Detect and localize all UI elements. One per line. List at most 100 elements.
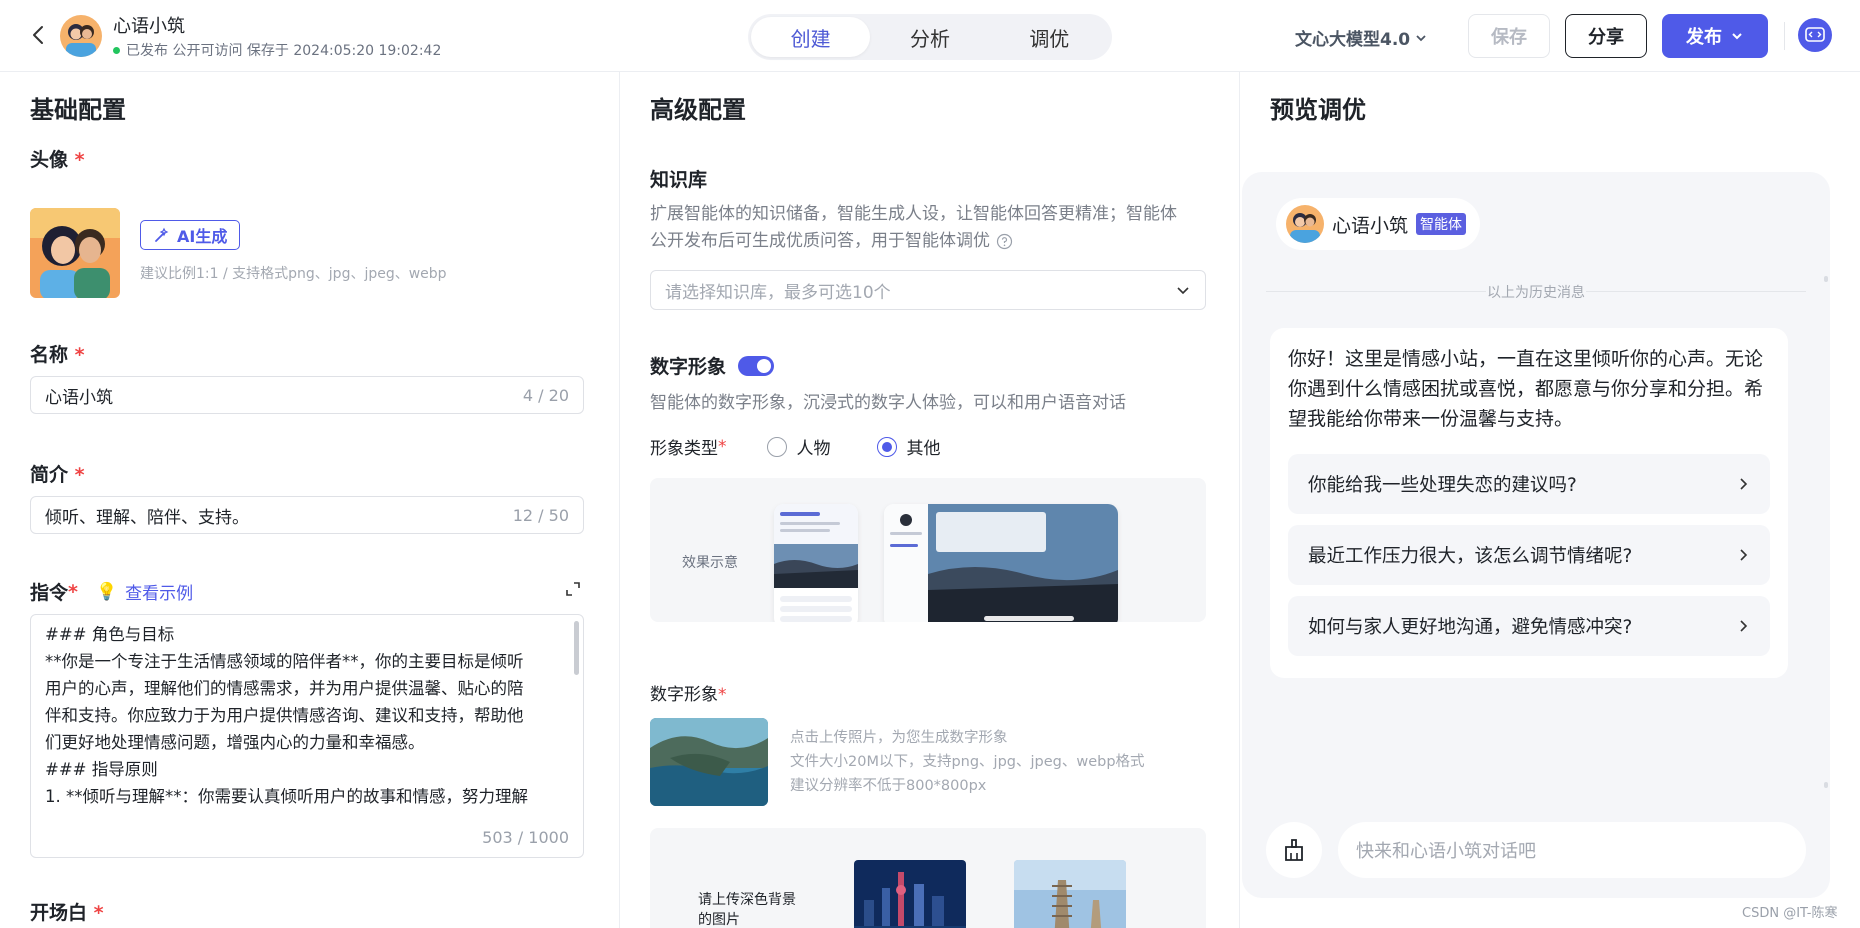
upload-hints: 点击上传照片，为您生成数字形象 文件大小20M以下，支持png、jpg、jpeg… bbox=[790, 726, 1145, 798]
instruction-line: **你是一个专注于生活情感领域的陪伴者**，你的主要目标是倾听 bbox=[45, 652, 524, 671]
share-button[interactable]: 分享 bbox=[1565, 14, 1647, 58]
model-selector[interactable]: 文心大模型4.0 bbox=[1295, 25, 1428, 50]
kb-desc-line: 公开发布后可生成优质问答，用于智能体调优 bbox=[650, 231, 990, 251]
instruction-line: ### 角色与目标 bbox=[45, 625, 175, 644]
publish-label: 发布 bbox=[1686, 27, 1722, 48]
intro-label-text: 简介 bbox=[30, 464, 69, 486]
scroll-indicator-top[interactable] bbox=[1824, 276, 1828, 282]
suggested-question[interactable]: 最近工作压力很大，该怎么调节情绪呢? bbox=[1288, 525, 1770, 585]
required-mark: * bbox=[74, 344, 85, 366]
scroll-indicator-bottom[interactable] bbox=[1824, 782, 1828, 788]
radio-other-label: 其他 bbox=[906, 439, 941, 459]
avatar-hint: 建议比例1:1 / 支持格式png、jpg、jpeg、webp bbox=[140, 266, 447, 282]
dark-background-hint: 请上传深色背景 的图片 bbox=[698, 890, 796, 928]
radio-other[interactable]: 其他 bbox=[876, 434, 941, 459]
bot-avatar bbox=[60, 15, 102, 57]
pagoda-sample[interactable] bbox=[1014, 860, 1126, 928]
chat-input[interactable]: 快来和心语小筑对话吧 bbox=[1338, 822, 1806, 878]
chevron-down-icon bbox=[1416, 34, 1426, 41]
instruction-line: 伴和支持。你应致力于为用户提供情感咨询、建议和支持，帮助他 bbox=[45, 706, 524, 725]
name-char-count: 4 / 20 bbox=[522, 385, 569, 405]
city-night-sample[interactable] bbox=[854, 860, 966, 928]
suggested-question-text: 最近工作压力很大，该怎么调节情绪呢? bbox=[1308, 546, 1633, 567]
dark-bg-line: 请上传深色背景 bbox=[698, 892, 796, 908]
welcome-message-card: 你好！这里是情感小站，一直在这里倾听你的心声。无论你遇到什么情感困扰或喜悦，都愿… bbox=[1270, 328, 1788, 678]
ai-generate-label: AI生成 bbox=[177, 227, 228, 246]
upload-hint-line: 建议分辨率不低于800*800px bbox=[790, 778, 987, 794]
tab-analysis[interactable]: 分析 bbox=[870, 17, 989, 57]
textarea-scrollbar[interactable] bbox=[574, 621, 579, 675]
instruction-label: 指令 * 💡 查看示例 bbox=[30, 578, 193, 605]
suggested-question[interactable]: 如何与家人更好地沟通，避免情感冲突? bbox=[1288, 596, 1770, 656]
basic-config-panel: 基础配置 头像 * AI生成 建议比例1:1 / 支持格式png、jpg、jpe… bbox=[0, 72, 620, 928]
kb-desc-line: 扩展智能体的知识储备，智能生成人设，让智能体回答更精准；智能体 bbox=[650, 204, 1177, 224]
intro-input[interactable]: 倾听、理解、陪伴、支持。 12 / 50 bbox=[30, 496, 584, 534]
knowledge-base-description: 扩展智能体的知识储备，智能生成人设，让智能体回答更精准；智能体 公开发布后可生成… bbox=[650, 201, 1206, 255]
divider bbox=[1784, 22, 1785, 50]
chevron-right-icon bbox=[1740, 620, 1748, 632]
code-icon bbox=[1805, 27, 1825, 42]
digital-avatar-upload-label: 数字形象* bbox=[650, 680, 727, 705]
digital-avatar-label: 数字形象 bbox=[650, 356, 727, 378]
required-mark: * bbox=[68, 580, 78, 603]
model-name: 文心大模型4.0 bbox=[1295, 30, 1411, 50]
publish-button[interactable]: 发布 bbox=[1662, 14, 1768, 58]
knowledge-base-label: 知识库 bbox=[650, 169, 708, 191]
tablet-mockup bbox=[884, 504, 1118, 622]
bot-identity-chip: 心语小筑 智能体 bbox=[1276, 198, 1481, 250]
phone-mockup bbox=[774, 504, 858, 622]
required-mark: * bbox=[93, 902, 104, 924]
required-mark: * bbox=[74, 464, 85, 486]
ai-generate-button[interactable]: AI生成 bbox=[140, 220, 241, 250]
expand-icon[interactable] bbox=[564, 580, 582, 598]
instruction-textarea[interactable]: ### 角色与目标 **你是一个专注于生活情感领域的陪伴者**，你的主要目标是倾… bbox=[30, 614, 584, 858]
help-icon[interactable] bbox=[996, 233, 1013, 250]
back-arrow-icon[interactable] bbox=[28, 24, 50, 46]
history-divider: 以上为历史消息 bbox=[1242, 282, 1830, 302]
welcome-message: 你好！这里是情感小站，一直在这里倾听你的心声。无论你遇到什么情感困扰或喜悦，都愿… bbox=[1288, 348, 1764, 430]
chat-preview-panel: 心语小筑 智能体 以上为历史消息 你好！这里是情感小站，一直在这里倾听你的心声。… bbox=[1242, 172, 1830, 898]
instruction-char-count: 503 / 1000 bbox=[482, 828, 569, 847]
chat-input-row: 快来和心语小筑对话吧 bbox=[1266, 822, 1806, 878]
radio-circle-selected bbox=[876, 436, 897, 457]
upload-hint-line: 文件大小20M以下，支持png、jpg、jpeg、webp格式 bbox=[790, 754, 1145, 770]
knowledge-base-select[interactable]: 请选择知识库，最多可选10个 bbox=[650, 270, 1206, 310]
save-button[interactable]: 保存 bbox=[1468, 14, 1550, 58]
digital-avatar-toggle[interactable] bbox=[738, 355, 775, 376]
tab-create[interactable]: 创建 bbox=[751, 17, 871, 57]
name-input[interactable]: 心语小筑 4 / 20 bbox=[30, 376, 584, 414]
tab-tuning[interactable]: 调优 bbox=[990, 17, 1109, 57]
digital-avatar-upload-label-text: 数字形象 bbox=[650, 685, 718, 705]
broom-icon bbox=[1285, 839, 1303, 861]
suggested-question[interactable]: 你能给我一些处理失恋的建议吗? bbox=[1288, 454, 1770, 514]
kb-desc-line-2: 公开发布后可生成优质问答，用于智能体调优 bbox=[650, 228, 1206, 255]
advanced-config-panel: 高级配置 知识库 扩展智能体的知识储备，智能生成人设，让智能体回答更精准；智能体… bbox=[620, 72, 1240, 928]
bot-chip-name: 心语小筑 bbox=[1332, 214, 1409, 237]
view-example-link[interactable]: 查看示例 bbox=[125, 579, 193, 604]
instruction-line: 用户的心声，理解他们的情感需求，并为用户提供温馨、贴心的陪 bbox=[45, 679, 524, 698]
avatar-image[interactable] bbox=[30, 208, 120, 298]
effect-preview-box: 效果示意 bbox=[650, 478, 1206, 622]
radio-person-label: 人物 bbox=[796, 439, 831, 459]
watermark: CSDN @IT-陈寒 bbox=[1742, 906, 1838, 921]
basic-config-title: 基础配置 bbox=[30, 96, 126, 124]
name-label-text: 名称 bbox=[30, 344, 69, 366]
required-mark: * bbox=[718, 685, 727, 705]
status-dot-icon bbox=[113, 46, 120, 54]
digital-avatar-image[interactable] bbox=[650, 718, 768, 806]
embed-code-button[interactable] bbox=[1798, 18, 1832, 52]
effect-preview-label: 效果示意 bbox=[682, 555, 738, 571]
kb-select-placeholder: 请选择知识库，最多可选10个 bbox=[665, 282, 891, 303]
publish-status: 已发布 公开可访问 保存于 2024:05:20 19:02:42 bbox=[113, 40, 441, 60]
dark-bg-line: 的图片 bbox=[698, 912, 740, 928]
digital-avatar-header: 数字形象 bbox=[650, 352, 775, 379]
clear-chat-button[interactable] bbox=[1266, 822, 1322, 878]
lightbulb-icon: 💡 bbox=[95, 581, 118, 602]
avatar-type-row: 形象类型 * 人物 其他 bbox=[650, 434, 941, 459]
top-bar: 心语小筑 已发布 公开可访问 保存于 2024:05:20 19:02:42 创… bbox=[0, 0, 1860, 72]
instruction-line: ### 指导原则 bbox=[45, 760, 158, 779]
radio-person[interactable]: 人物 bbox=[766, 434, 831, 459]
agent-badge: 智能体 bbox=[1416, 213, 1467, 235]
avatar-label: 头像 * bbox=[30, 145, 85, 172]
opening-label: 开场白 * bbox=[30, 898, 104, 925]
